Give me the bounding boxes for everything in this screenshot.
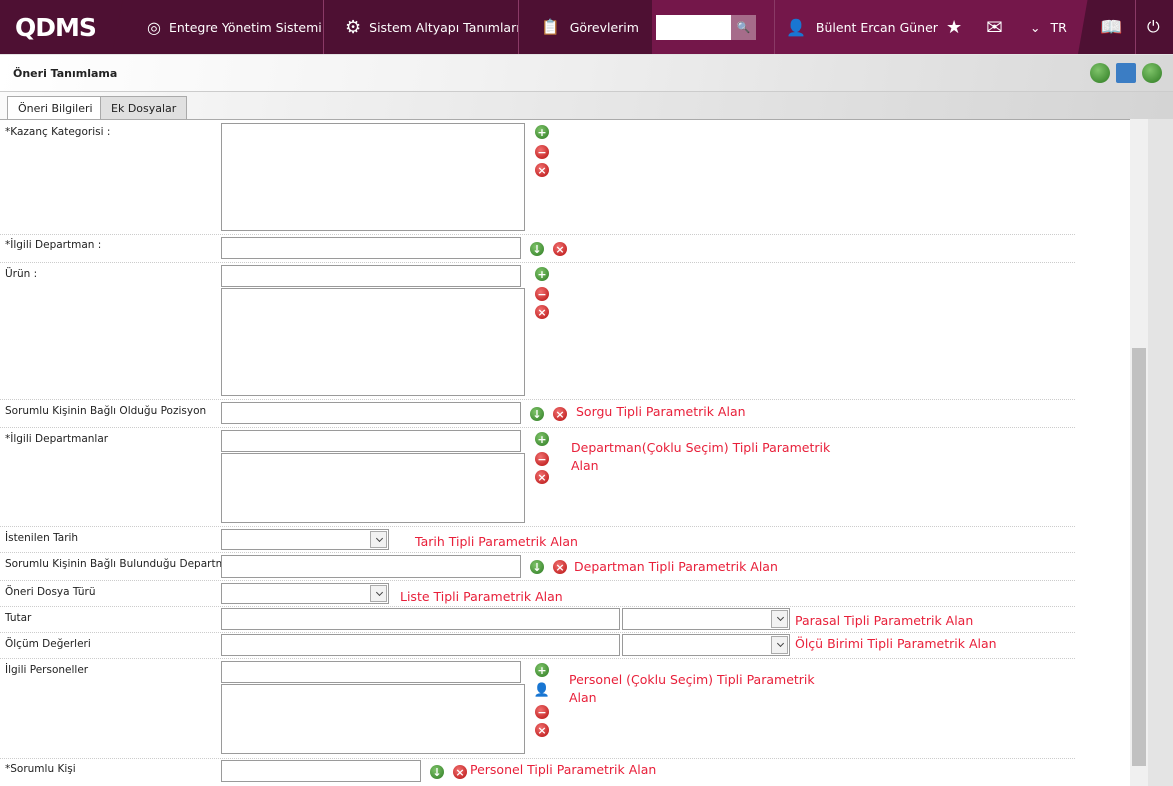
text-input[interactable]	[221, 634, 620, 656]
tab-bar: Öneri Bilgileri Ek Dosyalar	[0, 92, 1173, 120]
row-divider	[0, 552, 1075, 553]
row-divider	[0, 758, 1075, 759]
field-annotation: Tarih Tipli Parametrik Alan	[415, 534, 578, 549]
select-field[interactable]	[622, 634, 790, 656]
select-field[interactable]	[622, 608, 790, 630]
qdms-icon: ◎	[147, 17, 161, 37]
logo[interactable]: QDMS	[0, 0, 125, 54]
add-person-icon[interactable]: 👤	[534, 683, 550, 697]
field-annotation: Departman Tipli Parametrik Alan	[574, 559, 778, 574]
chevron-down-icon: ⌄	[1030, 19, 1041, 35]
save-icon[interactable]	[1116, 63, 1136, 83]
row-divider	[0, 427, 1075, 428]
text-input[interactable]	[221, 430, 521, 452]
check-icon[interactable]	[1142, 63, 1162, 83]
row-divider	[0, 658, 1075, 659]
page-title: Öneri Tanımlama	[13, 67, 118, 80]
mail-icon[interactable]: ✉	[986, 0, 1003, 54]
field-label: İlgili Personeller	[5, 664, 89, 676]
clear-icon[interactable]: ×	[535, 470, 549, 484]
select-icon[interactable]: ↓	[530, 242, 544, 256]
row-divider	[0, 262, 1075, 263]
row-divider	[0, 526, 1075, 527]
field-label: *İlgili Departmanlar	[5, 433, 109, 445]
remove-icon[interactable]: −	[535, 287, 549, 301]
field-label: Sorumlu Kişinin Bağlı Olduğu Pozisyon	[5, 405, 207, 417]
text-input[interactable]	[221, 661, 521, 683]
row-divider	[0, 632, 1075, 633]
nav-sistem[interactable]: ⚙ Sistem Altyapı Tanımları	[345, 0, 520, 54]
list-box[interactable]	[221, 453, 525, 523]
select-field[interactable]	[221, 529, 389, 550]
gear-icon: ⚙	[345, 16, 362, 38]
remove-icon[interactable]: −	[535, 452, 549, 466]
tab-ek-dosyalar[interactable]: Ek Dosyalar	[100, 96, 188, 119]
help-book-icon[interactable]: 📖	[1100, 0, 1122, 54]
tab-oneri-bilgileri[interactable]: Öneri Bilgileri	[7, 96, 104, 120]
field-annotation: Ölçü Birimi Tipli Parametrik Alan	[795, 636, 997, 651]
field-annotation: Liste Tipli Parametrik Alan	[400, 589, 563, 604]
top-navbar: QDMS ◎ Entegre Yönetim Sistemi ⚙ Sistem Al…	[0, 0, 1173, 54]
add-icon[interactable]: +	[535, 267, 549, 281]
select-icon[interactable]: ↓	[430, 765, 444, 779]
scrollbar-thumb[interactable]	[1132, 348, 1146, 766]
text-input[interactable]	[221, 265, 521, 287]
add-icon[interactable]: +	[535, 432, 549, 446]
remove-icon[interactable]: −	[535, 705, 549, 719]
power-icon[interactable]: ⏻	[1147, 0, 1160, 54]
field-annotation: Personel (Çoklu Seçim) Tipli Parametrik …	[569, 672, 815, 705]
row-divider	[0, 234, 1075, 235]
field-label: İstenilen Tarih	[5, 532, 79, 544]
user-icon: 👤	[786, 17, 806, 37]
field-label: *İlgili Departman :	[5, 239, 102, 251]
select-field[interactable]	[221, 583, 389, 604]
list-box[interactable]	[221, 684, 525, 754]
field-annotation: Departman(Çoklu Seçim) Tipli Parametrik …	[571, 440, 831, 473]
field-label: Sorumlu Kişinin Bağlı Bulunduğu Departma…	[5, 558, 239, 570]
remove-icon[interactable]: −	[535, 145, 549, 159]
field-annotation: Personel Tipli Parametrik Alan	[470, 762, 657, 777]
clear-icon[interactable]: ×	[453, 765, 467, 779]
row-divider	[0, 399, 1075, 400]
nav-gorevlerim[interactable]: 📋 Görevlerim	[541, 0, 639, 54]
clear-icon[interactable]: ×	[535, 163, 549, 177]
clear-icon[interactable]: ×	[553, 242, 567, 256]
text-input[interactable]	[221, 402, 521, 424]
back-arrow-icon[interactable]	[1090, 63, 1110, 83]
list-box[interactable]	[221, 123, 525, 231]
select-icon[interactable]: ↓	[530, 407, 544, 421]
add-icon[interactable]: +	[535, 663, 549, 677]
text-input[interactable]	[221, 555, 521, 578]
field-label: Ürün :	[5, 268, 38, 280]
field-label: Tutar	[5, 612, 32, 624]
nav-entegre[interactable]: ◎ Entegre Yönetim Sistemi	[147, 0, 322, 54]
field-annotation: Parasal Tipli Parametrik Alan	[795, 613, 974, 628]
search-input[interactable]	[656, 15, 731, 40]
search-box: 🔍	[656, 15, 756, 40]
add-icon[interactable]: +	[535, 125, 549, 139]
language-selector[interactable]: ⌄ TR	[1030, 0, 1067, 54]
user-menu[interactable]: 👤 Bülent Ercan Güner	[786, 0, 938, 54]
text-input[interactable]	[221, 760, 421, 782]
field-label: *Sorumlu Kişi	[5, 763, 76, 775]
row-divider	[0, 606, 1075, 607]
field-annotation: Sorgu Tipli Parametrik Alan	[576, 404, 746, 419]
page-titlebar: Öneri Tanımlama	[0, 55, 1173, 92]
form-area: *Kazanç Kategorisi : + − × *İlgili Departman…	[0, 119, 1148, 786]
clear-icon[interactable]: ×	[535, 305, 549, 319]
clear-icon[interactable]: ×	[535, 723, 549, 737]
field-label: *Kazanç Kategorisi :	[5, 126, 111, 138]
text-input[interactable]	[221, 237, 521, 259]
list-box[interactable]	[221, 288, 525, 396]
field-label: Öneri Dosya Türü	[5, 586, 96, 598]
select-icon[interactable]: ↓	[530, 560, 544, 574]
search-icon[interactable]: 🔍	[731, 15, 756, 40]
clear-icon[interactable]: ×	[553, 560, 567, 574]
field-label: Ölçüm Değerleri	[5, 638, 91, 650]
row-divider	[0, 580, 1075, 581]
star-icon[interactable]: ★	[946, 0, 962, 54]
clipboard-icon: 📋	[541, 18, 560, 36]
clear-icon[interactable]: ×	[553, 407, 567, 421]
text-input[interactable]	[221, 608, 620, 630]
